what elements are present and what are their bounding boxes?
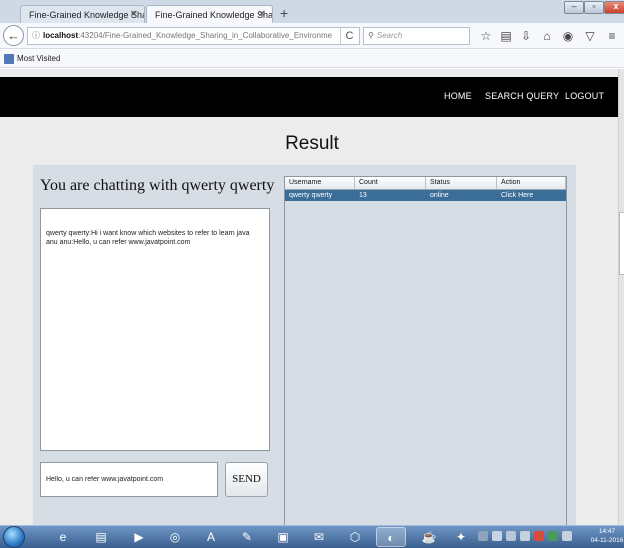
- address-bar[interactable]: ⓘ localhost:43204/Fine-Grained_Knowledge_…: [27, 27, 360, 45]
- message-input[interactable]: [40, 462, 218, 497]
- search-placeholder: Search: [376, 31, 403, 40]
- chrome-icon[interactable]: ◎: [160, 527, 190, 547]
- bookmark-star-icon[interactable]: ☆: [478, 28, 494, 44]
- menu-icon[interactable]: ≡: [604, 28, 620, 44]
- column-header-count[interactable]: Count: [355, 177, 426, 189]
- antivirus-icon[interactable]: [534, 531, 544, 541]
- reading-list-icon[interactable]: ▤: [498, 28, 514, 44]
- url-path: :43204/Fine-Grained_Knowledge_Sharing_in…: [78, 31, 333, 40]
- browser-tab-bar: Fine-Grained Knowledge Shari... ✕ Fine-G…: [0, 0, 624, 23]
- clock-date: 04-11-2016: [590, 537, 624, 544]
- new-tab-button[interactable]: +: [280, 5, 288, 21]
- close-tab-icon[interactable]: ✕: [258, 9, 266, 20]
- home-icon[interactable]: ⌂: [539, 28, 555, 44]
- info-icon[interactable]: ⓘ: [32, 31, 40, 40]
- pocket-icon[interactable]: ▽: [582, 28, 598, 44]
- paint-icon[interactable]: ✎: [232, 527, 262, 547]
- browser-navigation-bar: ← ⓘ localhost:43204/Fine-Grained_Knowledg…: [0, 23, 624, 49]
- table-row[interactable]: qwerty qwerty 13 online Click Here: [285, 190, 566, 201]
- cell-count: 13: [359, 192, 367, 199]
- chat-log[interactable]: qwerty qwerty:Hi i want know which websi…: [40, 208, 270, 451]
- column-header-status[interactable]: Status: [426, 177, 497, 189]
- bookmarks-toolbar: Most Visited: [0, 50, 624, 68]
- maximize-button[interactable]: ▫: [584, 1, 604, 14]
- online-users-table: Username Count Status Action qwerty qwer…: [284, 176, 567, 525]
- nav-search-query-link[interactable]: SEARCH QUERY: [485, 91, 559, 101]
- display-icon[interactable]: [520, 531, 530, 541]
- nav-home-link[interactable]: HOME: [444, 91, 472, 101]
- sync-icon[interactable]: ◉: [560, 28, 576, 44]
- table-header: Username Count Status Action: [285, 177, 566, 190]
- cell-username: qwerty qwerty: [289, 192, 333, 199]
- media-player-icon[interactable]: ▶: [124, 527, 154, 547]
- ie-browser-icon[interactable]: e: [48, 527, 78, 547]
- bookmark-folder-icon: [4, 53, 14, 64]
- paint-palette-icon[interactable]: ✦: [446, 527, 476, 547]
- top-navigation: HOME SEARCH QUERY LOGOUT: [0, 77, 618, 117]
- minimize-button[interactable]: –: [564, 1, 584, 14]
- start-button[interactable]: [3, 526, 25, 548]
- scrollbar-thumb[interactable]: [619, 212, 624, 275]
- send-button[interactable]: SEND: [225, 462, 268, 497]
- flag-icon[interactable]: [492, 531, 502, 541]
- chat-message: anu anu:Hello, u can refer www.javatpoin…: [46, 239, 191, 246]
- download-icon[interactable]: ⇩: [518, 28, 534, 44]
- vertical-scrollbar[interactable]: [618, 69, 624, 525]
- page-title: Result: [285, 133, 339, 154]
- system-tray: [478, 529, 588, 546]
- chat-heading: You are chatting with qwerty qwerty: [40, 177, 275, 194]
- url-host: localhost: [43, 31, 79, 40]
- nav-logout-link[interactable]: LOGOUT: [565, 91, 604, 101]
- chat-message: qwerty qwerty:Hi i want know which websi…: [46, 230, 250, 237]
- search-icon: ⚲: [368, 31, 374, 40]
- browser-tab-2-active[interactable]: Fine-Grained Knowledge Shari... ✕: [146, 5, 273, 23]
- remote-desktop-icon[interactable]: ▣: [268, 527, 298, 547]
- bookmark-most-visited[interactable]: Most Visited: [17, 54, 60, 63]
- taskbar: e ▤ ▶ ◎ A ✎ ▣ ✉ ⬡ ◐ ☕ ✦ 14:47 04-11-2016: [0, 525, 624, 548]
- netbeans-icon[interactable]: ⬡: [340, 527, 370, 547]
- search-bar[interactable]: ⚲ Search: [363, 27, 470, 45]
- update-icon[interactable]: [548, 531, 558, 541]
- column-header-action[interactable]: Action: [497, 177, 566, 189]
- notes-icon[interactable]: ✉: [304, 527, 334, 547]
- close-window-button[interactable]: x: [604, 1, 624, 14]
- tab-title: Fine-Grained Knowledge Shari...: [155, 10, 273, 20]
- volume-icon[interactable]: [562, 531, 572, 541]
- click-here-link[interactable]: Click Here: [497, 190, 566, 201]
- back-button[interactable]: ←: [3, 25, 24, 46]
- clock-time: 14:47: [598, 528, 616, 535]
- page-content: HOME SEARCH QUERY LOGOUT Result You are …: [0, 69, 624, 525]
- reload-icon[interactable]: C: [340, 28, 358, 44]
- browser-tab-1[interactable]: Fine-Grained Knowledge Shari... ✕: [20, 5, 145, 23]
- file-explorer-icon[interactable]: ▤: [86, 527, 116, 547]
- java-icon[interactable]: ☕: [414, 527, 444, 547]
- firefox-icon[interactable]: ◐: [376, 527, 406, 547]
- column-header-username[interactable]: Username: [285, 177, 355, 189]
- chat-panel: You are chatting with qwerty qwerty qwer…: [33, 165, 576, 525]
- tab-title: Fine-Grained Knowledge Shari...: [29, 10, 144, 20]
- show-hidden-icons-icon[interactable]: [478, 531, 488, 541]
- network-icon[interactable]: [506, 531, 516, 541]
- system-clock[interactable]: 14:47 04-11-2016: [590, 527, 624, 545]
- pdf-reader-icon[interactable]: A: [196, 527, 226, 547]
- close-tab-icon[interactable]: ✕: [130, 9, 138, 20]
- cell-status: online: [430, 192, 449, 199]
